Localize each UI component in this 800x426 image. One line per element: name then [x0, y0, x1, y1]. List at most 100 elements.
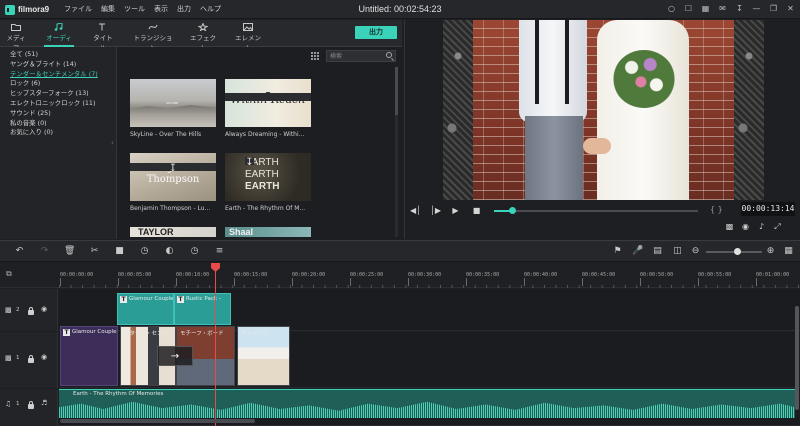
download-icon[interactable]: ↧	[130, 163, 216, 174]
audio-card[interactable]: TAYLOR	[130, 227, 216, 237]
grid-view-icon[interactable]	[311, 52, 319, 60]
preview-progress-bar[interactable]	[494, 207, 698, 214]
grid-scrollbar[interactable]	[395, 67, 398, 237]
lightbulb-icon[interactable]: ○	[666, 3, 677, 14]
category-all[interactable]: 全て (51)	[10, 49, 116, 59]
add-track-icon[interactable]: ⧉	[6, 269, 17, 280]
ruler-label: 00:00:30:00	[408, 272, 442, 286]
delete-icon[interactable]: 🗑	[64, 246, 75, 257]
export-button[interactable]: 出力	[355, 26, 397, 39]
duration-icon[interactable]: ◷	[189, 246, 200, 257]
audio-thumbnail: BenjaminThompson ↧	[130, 153, 216, 201]
category-list: 全て (51) ヤング＆ブライト (14) テンダー＆センチメンタル (7) ロ…	[0, 47, 117, 239]
account-icon[interactable]: ☐	[683, 3, 694, 14]
snapshot-icon[interactable]: ◉	[741, 222, 750, 231]
timeline-vertical-scrollbar[interactable]	[795, 306, 799, 410]
zoom-slider[interactable]	[706, 248, 762, 255]
playhead[interactable]	[215, 270, 216, 426]
collapse-panel-icon[interactable]: ‹	[111, 139, 114, 147]
timeline-clip[interactable]: T Glamour Couple	[117, 293, 174, 325]
lock-icon[interactable]	[28, 307, 34, 315]
eye-icon[interactable]: ◉	[41, 305, 47, 313]
download-icon[interactable]: ↧	[225, 91, 311, 102]
thumbnail-text: Shaal	[229, 227, 254, 237]
audio-card[interactable]: EARTH EARTH EARTH ↧ Earth - The Rhythm Of …	[225, 153, 311, 212]
tab-effects[interactable]: エフェクト	[188, 23, 218, 52]
voiceover-icon[interactable]: 🎤	[632, 246, 643, 257]
ruler-label: 00:00:10:00	[176, 272, 210, 286]
preview-video	[443, 20, 764, 200]
category-my-music[interactable]: 私の音楽 (0)	[10, 118, 116, 128]
ruler-label: 00:00:20:00	[292, 272, 326, 286]
save-icon[interactable]: ▦	[700, 3, 711, 14]
play-icon[interactable]: ▶	[450, 205, 461, 216]
category-hipster-folk[interactable]: ヒップスターフォーク (13)	[10, 88, 116, 98]
audio-card[interactable]: Within Reach ↧ Always Dreaming - Withi..…	[225, 79, 311, 138]
ruler-label: 00:00:55:00	[698, 272, 732, 286]
download-icon[interactable]: ↧	[734, 3, 745, 14]
render-preview-icon[interactable]: ▩	[725, 222, 734, 231]
lock-icon[interactable]	[28, 401, 34, 409]
tab-media[interactable]: メディア	[4, 23, 28, 52]
crop-icon[interactable]: ■	[114, 246, 125, 257]
clip-label: Glamour Couple	[129, 296, 174, 302]
timeline-clip[interactable]: T Rustic Pack -	[174, 293, 231, 325]
audio-card[interactable]: BenjaminThompson ↧ Benjamin Thompson - L…	[130, 153, 216, 212]
category-sounds[interactable]: サウンド (25)	[10, 108, 116, 118]
close-icon[interactable]: ✕	[785, 3, 796, 14]
audio-adjust-icon[interactable]: ≡	[214, 246, 225, 257]
speaker-icon[interactable]: ♬	[41, 399, 47, 407]
transition-marker[interactable]: →	[157, 346, 193, 366]
volume-icon[interactable]: ♪	[757, 222, 766, 231]
audio-card[interactable]: Shaal	[225, 227, 311, 237]
in-out-markers[interactable]: { }	[710, 205, 723, 214]
download-icon[interactable]: ↧	[245, 157, 254, 168]
fit-timeline-icon[interactable]: ▦	[783, 246, 794, 257]
timeline-clip[interactable]: アルシーン	[237, 326, 290, 386]
zoom-out-icon[interactable]: ⊖	[690, 246, 701, 257]
category-electronic-rock[interactable]: エレクトロニックロック (11)	[10, 98, 116, 108]
thumbnail-text: SKYLINE	[166, 101, 179, 105]
zoom-in-icon[interactable]: ⊕	[765, 246, 776, 257]
audio-title: Always Dreaming - Withi...	[225, 131, 305, 138]
split-screen-icon[interactable]: ◫	[672, 246, 683, 257]
rewind-icon[interactable]: ◀│	[410, 205, 421, 216]
tab-audio[interactable]: オーディオ	[44, 23, 74, 52]
stop-icon[interactable]: ■	[471, 205, 482, 216]
search-icon[interactable]	[386, 52, 392, 58]
ruler-label: 00:00:45:00	[582, 272, 616, 286]
timeline-horizontal-scrollbar[interactable]	[60, 419, 255, 423]
undo-icon[interactable]: ↶	[14, 246, 25, 257]
ruler-label: 00:00:50:00	[640, 272, 674, 286]
search-input[interactable]: 検索	[326, 50, 396, 62]
color-icon[interactable]: ◐	[164, 246, 175, 257]
timeline-ruler[interactable]: ⧉ 00:00:00:00 00:00:05:00 00:00:10:00 00…	[0, 263, 800, 288]
tab-transitions[interactable]: トランジション	[133, 23, 173, 52]
fullscreen-icon[interactable]: ⤢	[773, 222, 782, 231]
audio-card[interactable]: SKYLINE SkyLine - Over The Hills	[130, 79, 216, 138]
eye-icon[interactable]: ◉	[41, 353, 47, 361]
ruler-label: 00:00:25:00	[350, 272, 384, 286]
folder-icon	[11, 24, 21, 31]
minimize-icon[interactable]: —	[751, 3, 762, 14]
category-favorites[interactable]: お気に入り (0)	[10, 127, 116, 137]
track-header-audio-1: ♫ 1 ♬	[0, 389, 58, 426]
step-forward-icon[interactable]: │▶	[430, 205, 441, 216]
title-clip-icon: T	[63, 329, 70, 336]
mail-icon[interactable]: ✉	[717, 3, 728, 14]
audio-clip[interactable]: Earth - The Rhythm Of Memories	[59, 389, 795, 418]
category-rock[interactable]: ロック (6)	[10, 78, 116, 88]
tab-elements[interactable]: エレメント	[232, 23, 264, 52]
audio-mixer-icon[interactable]: ▤	[652, 246, 663, 257]
tab-titles[interactable]: タイトル	[91, 23, 115, 52]
marker-icon[interactable]: ⚑	[612, 246, 623, 257]
audio-waveform	[59, 401, 795, 418]
category-young-bright[interactable]: ヤング＆ブライト (14)	[10, 59, 116, 69]
speed-icon[interactable]: ◷	[139, 246, 150, 257]
restore-icon[interactable]: ❐	[768, 3, 779, 14]
timeline-clip[interactable]: T Glamour Couple	[60, 326, 118, 386]
cut-icon[interactable]: ✂	[89, 246, 100, 257]
category-tender-sentimental[interactable]: テンダー＆センチメンタル (7)	[10, 69, 116, 79]
redo-icon[interactable]: ↷	[39, 246, 50, 257]
lock-icon[interactable]	[28, 355, 34, 363]
